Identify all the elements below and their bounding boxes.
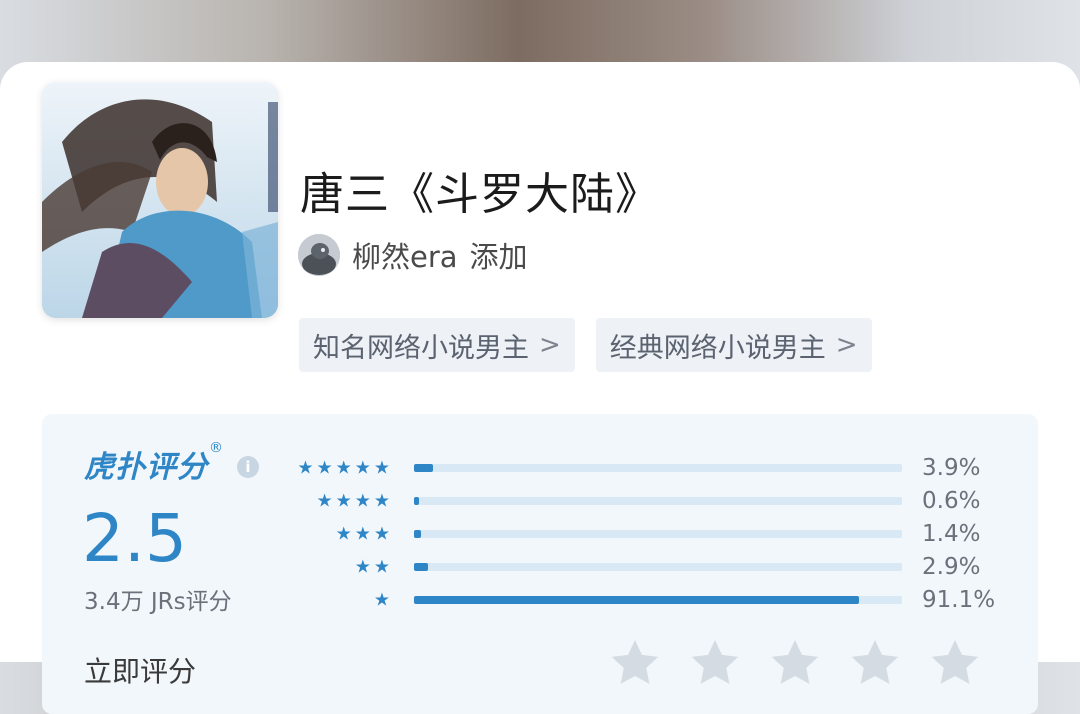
rating-bar-fill	[414, 463, 434, 472]
star-level-icons: ★★★	[335, 523, 393, 544]
rating-row-4-star: ★★★★ 0.6%	[42, 484, 1038, 517]
rating-percent: 91.1%	[922, 586, 996, 613]
chevron-right-icon: >	[539, 330, 561, 360]
star-icon[interactable]	[688, 636, 742, 690]
rating-bar-track	[414, 529, 902, 538]
rating-percent: 1.4%	[922, 520, 981, 547]
star-icon[interactable]	[608, 636, 662, 690]
rating-row-1-star: ★ 91.1%	[42, 583, 1038, 616]
rating-bar-fill	[414, 529, 421, 538]
rating-bar-track	[414, 463, 902, 472]
avatar[interactable]	[298, 234, 340, 276]
author-action: 添加	[469, 240, 528, 274]
tag-list: 知名网络小说男主 > 经典网络小说男主 >	[299, 318, 872, 372]
rating-percent: 0.6%	[922, 487, 981, 514]
star-level-icons: ★★★★★	[297, 457, 393, 478]
tag-label: 经典网络小说男主	[609, 332, 826, 364]
chevron-right-icon: >	[835, 330, 858, 360]
rate-now-label: 立即评分	[84, 655, 197, 688]
star-icon[interactable]	[928, 636, 982, 690]
tag-chip[interactable]: 知名网络小说男主 >	[299, 318, 575, 372]
character-cover-image[interactable]	[42, 82, 278, 318]
star-level-icons: ★★	[354, 556, 393, 577]
rating-bar-track	[414, 595, 902, 604]
rating-bar-fill	[414, 496, 419, 505]
rating-percent: 2.9%	[922, 553, 981, 580]
tag-label: 知名网络小说男主	[313, 332, 529, 364]
rating-bar-track	[414, 562, 902, 571]
author-info[interactable]: 柳然era 添加	[298, 232, 528, 278]
rating-bar-fill	[414, 595, 859, 604]
rating-bar-fill	[414, 562, 429, 571]
page-title: 唐三《斗罗大陆》	[300, 169, 660, 220]
star-icon[interactable]	[768, 636, 822, 690]
rating-bar-track	[414, 496, 902, 505]
star-level-icons: ★★★★	[316, 490, 393, 511]
rating-row-3-star: ★★★ 1.4%	[42, 517, 1038, 550]
rating-row-2-star: ★★ 2.9%	[42, 550, 1038, 583]
rate-star-input[interactable]	[608, 636, 982, 690]
star-icon[interactable]	[848, 636, 902, 690]
star-level-icons: ★	[373, 589, 393, 610]
detail-card: 唐三《斗罗大陆》 柳然era 添加 知名网络小说男主 > 经典网络小说男主 > 虎…	[0, 62, 1080, 714]
rating-panel: 虎扑评分 ® i 2.5 3.4万 JRs评分 ★★★★★ 3.9% ★★★★ 0.6…	[42, 414, 1038, 714]
tag-chip[interactable]: 经典网络小说男主 >	[595, 318, 872, 372]
rating-percent: 3.9%	[922, 454, 981, 481]
character-illustration	[42, 82, 278, 318]
author-name[interactable]: 柳然era	[352, 240, 458, 274]
rating-row-5-star: ★★★★★ 3.9%	[42, 451, 1038, 484]
avatar-image	[298, 234, 340, 276]
